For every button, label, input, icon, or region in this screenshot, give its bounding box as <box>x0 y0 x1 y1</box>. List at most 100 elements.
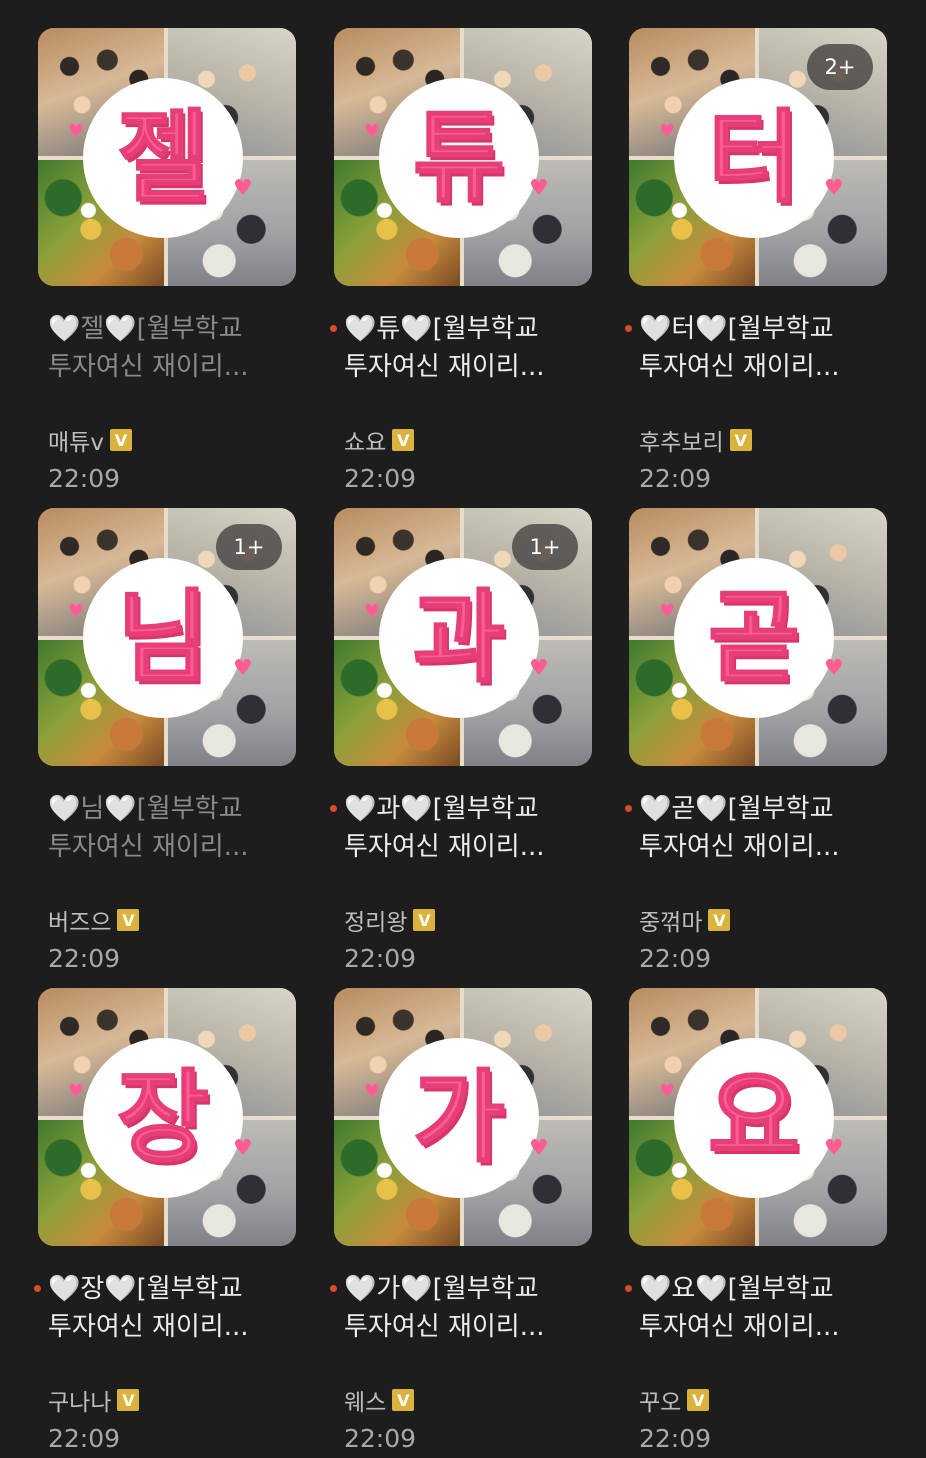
post-title-wrap: 🤍요🤍[월부학교 투자여신 재이리... <box>625 1270 889 1346</box>
unread-dot <box>330 805 337 812</box>
post-title[interactable]: 🤍젤🤍[월부학교 투자여신 재이리... <box>48 310 298 386</box>
image-count-badge: 1+ <box>216 524 282 570</box>
sticker-character: 젤 <box>116 99 210 216</box>
post-thumbnail[interactable]: 터 ♥ ♥ 2+ <box>629 28 887 286</box>
sticker-character: 요 <box>707 1059 801 1176</box>
author-name[interactable]: 버즈으 <box>48 903 111 937</box>
post-card[interactable]: 님 ♥ ♥ 1+ 🤍님🤍[월부학교 투자여신 재이리... 버즈으 V 22:0… <box>38 508 298 978</box>
verified-badge-icon: V <box>687 1389 710 1411</box>
post-time: 22:09 <box>48 464 121 493</box>
verified-badge-icon: V <box>729 429 752 451</box>
title-sticker: 요 <box>674 1038 834 1198</box>
heart-icon: ♥ <box>659 601 676 622</box>
post-title[interactable]: 🤍님🤍[월부학교 투자여신 재이리... <box>48 790 298 866</box>
heart-icon: ♥ <box>824 1136 844 1161</box>
post-card[interactable]: 장 ♥ ♥ 🤍장🤍[월부학교 투자여신 재이리... 구나나 V 22:09 <box>34 988 298 1458</box>
post-thumbnail[interactable]: 젤 ♥ ♥ <box>38 28 296 286</box>
verified-badge-icon: V <box>117 909 140 931</box>
post-time: 22:09 <box>639 944 712 973</box>
author-name[interactable]: 중꺾마 <box>639 903 702 937</box>
verified-badge-icon: V <box>413 909 436 931</box>
post-thumbnail[interactable]: 요 ♥ ♥ <box>629 988 887 1246</box>
post-title-wrap: 🤍젤🤍[월부학교 투자여신 재이리... <box>48 310 298 386</box>
author-name[interactable]: 후추보리 <box>639 423 724 457</box>
post-time: 22:09 <box>48 944 121 973</box>
sticker-character: 터 <box>707 99 801 216</box>
post-thumbnail[interactable]: 곧 ♥ ♥ <box>629 508 887 766</box>
post-card[interactable]: 가 ♥ ♥ 🤍가🤍[월부학교 투자여신 재이리... 웨스 V 22:09 <box>330 988 594 1458</box>
post-time: 22:09 <box>344 1424 417 1453</box>
heart-icon: ♥ <box>659 1081 676 1102</box>
post-time: 22:09 <box>344 464 417 493</box>
sticker-character: 튜 <box>412 99 506 216</box>
author-name[interactable]: 구나나 <box>48 1383 111 1417</box>
post-card[interactable]: 요 ♥ ♥ 🤍요🤍[월부학교 투자여신 재이리... 꾸오 V 22:09 <box>625 988 889 1458</box>
post-time: 22:09 <box>344 944 417 973</box>
sticker-character: 님 <box>116 579 210 696</box>
post-card[interactable]: 과 ♥ ♥ 1+ 🤍과🤍[월부학교 투자여신 재이리... 정리왕 V 22:0… <box>330 508 594 978</box>
post-thumbnail[interactable]: 장 ♥ ♥ <box>38 988 296 1246</box>
post-time: 22:09 <box>48 1424 121 1453</box>
author-row: 쇼요 V <box>344 423 415 457</box>
heart-icon: ♥ <box>529 1136 549 1161</box>
unread-dot <box>625 805 632 812</box>
heart-icon: ♥ <box>364 121 381 142</box>
post-title[interactable]: 🤍튜🤍[월부학교 투자여신 재이리... <box>344 310 594 386</box>
author-row: 매튜v V <box>48 424 132 456</box>
post-card[interactable]: 곧 ♥ ♥ 🤍곧🤍[월부학교 투자여신 재이리... 중꺾마 V 22:09 <box>625 508 889 978</box>
verified-badge-icon: V <box>109 429 132 451</box>
heart-icon: ♥ <box>68 601 85 622</box>
author-name[interactable]: 웨스 <box>344 1383 386 1417</box>
post-title[interactable]: 🤍요🤍[월부학교 투자여신 재이리... <box>639 1270 889 1346</box>
post-title[interactable]: 🤍곧🤍[월부학교 투자여신 재이리... <box>639 790 889 866</box>
author-name[interactable]: 매튜v <box>48 423 104 457</box>
verified-badge-icon: V <box>392 429 415 451</box>
title-sticker: 과 <box>379 558 539 718</box>
post-title-wrap: 🤍터🤍[월부학교 투자여신 재이리... <box>625 310 889 386</box>
unread-dot <box>330 325 337 332</box>
post-title[interactable]: 🤍과🤍[월부학교 투자여신 재이리... <box>344 790 594 866</box>
post-time: 22:09 <box>639 464 712 493</box>
heart-icon: ♥ <box>529 176 549 201</box>
image-count-badge: 1+ <box>512 524 578 570</box>
author-name[interactable]: 쇼요 <box>344 423 386 457</box>
title-sticker: 터 <box>674 78 834 238</box>
post-time: 22:09 <box>639 1424 712 1453</box>
post-card[interactable]: 터 ♥ ♥ 2+ 🤍터🤍[월부학교 투자여신 재이리... 후추보리 V 22:… <box>625 28 889 498</box>
author-name[interactable]: 꾸오 <box>639 1383 681 1417</box>
author-name[interactable]: 정리왕 <box>344 903 407 937</box>
sticker-character: 과 <box>412 579 506 696</box>
heart-icon: ♥ <box>233 656 253 681</box>
post-thumbnail[interactable]: 가 ♥ ♥ <box>334 988 592 1246</box>
title-sticker: 젤 <box>83 78 243 238</box>
post-thumbnail[interactable]: 님 ♥ ♥ 1+ <box>38 508 296 766</box>
heart-icon: ♥ <box>233 176 253 201</box>
post-title-wrap: 🤍곧🤍[월부학교 투자여신 재이리... <box>625 790 889 866</box>
unread-dot <box>330 1285 337 1292</box>
heart-icon: ♥ <box>364 1081 381 1102</box>
post-grid: 젤 ♥ ♥ 🤍젤🤍[월부학교 투자여신 재이리... 매튜v V 22:09 튜… <box>0 0 926 1456</box>
title-sticker: 님 <box>83 558 243 718</box>
post-title[interactable]: 🤍터🤍[월부학교 투자여신 재이리... <box>639 310 889 386</box>
post-card[interactable]: 젤 ♥ ♥ 🤍젤🤍[월부학교 투자여신 재이리... 매튜v V 22:09 <box>38 28 298 498</box>
sticker-character: 가 <box>412 1059 506 1176</box>
unread-dot <box>625 1285 632 1292</box>
post-title-wrap: 🤍님🤍[월부학교 투자여신 재이리... <box>48 790 298 866</box>
post-title-wrap: 🤍장🤍[월부학교 투자여신 재이리... <box>34 1270 298 1346</box>
author-row: 꾸오 V <box>639 1383 710 1417</box>
post-thumbnail[interactable]: 튜 ♥ ♥ <box>334 28 592 286</box>
title-sticker: 곧 <box>674 558 834 718</box>
post-title[interactable]: 🤍가🤍[월부학교 투자여신 재이리... <box>344 1270 594 1346</box>
heart-icon: ♥ <box>824 176 844 201</box>
author-row: 정리왕 V <box>344 903 436 937</box>
post-title[interactable]: 🤍장🤍[월부학교 투자여신 재이리... <box>48 1270 298 1346</box>
post-card[interactable]: 튜 ♥ ♥ 🤍튜🤍[월부학교 투자여신 재이리... 쇼요 V 22:09 <box>330 28 594 498</box>
post-title-wrap: 🤍가🤍[월부학교 투자여신 재이리... <box>330 1270 594 1346</box>
post-title-wrap: 🤍과🤍[월부학교 투자여신 재이리... <box>330 790 594 866</box>
heart-icon: ♥ <box>68 121 85 142</box>
heart-icon: ♥ <box>364 601 381 622</box>
post-thumbnail[interactable]: 과 ♥ ♥ 1+ <box>334 508 592 766</box>
sticker-character: 장 <box>116 1059 210 1176</box>
heart-icon: ♥ <box>824 656 844 681</box>
title-sticker: 장 <box>83 1038 243 1198</box>
